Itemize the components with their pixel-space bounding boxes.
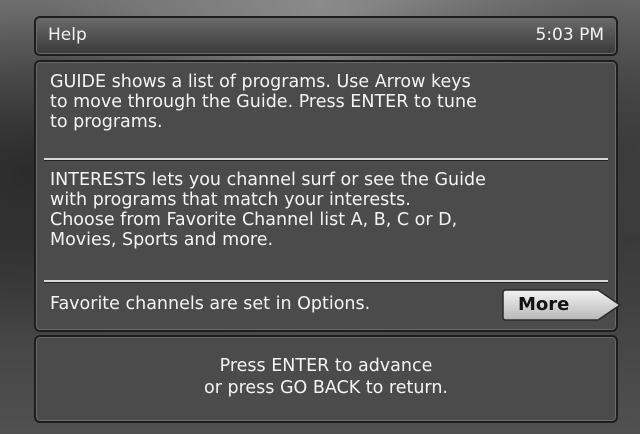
instruction-panel: Press ENTER to advance or press GO BACK … [34, 335, 618, 423]
guide-help-text: GUIDE shows a list of programs. Use Arro… [50, 72, 477, 132]
more-button-label: More [518, 294, 570, 315]
help-content-panel: GUIDE shows a list of programs. Use Arro… [34, 60, 622, 332]
divider [44, 158, 608, 160]
navigation-instructions: Press ENTER to advance or press GO BACK … [204, 356, 448, 398]
favorites-note: Favorite channels are set in Options. [50, 294, 371, 314]
interests-help-text: INTERESTS lets you channel surf or see t… [50, 170, 486, 250]
help-title: Help [48, 25, 87, 45]
more-button[interactable]: More [502, 288, 622, 322]
clock-time: 5:03 PM [535, 25, 605, 45]
divider [44, 280, 608, 282]
help-header-bar: Help 5:03 PM [34, 16, 618, 56]
